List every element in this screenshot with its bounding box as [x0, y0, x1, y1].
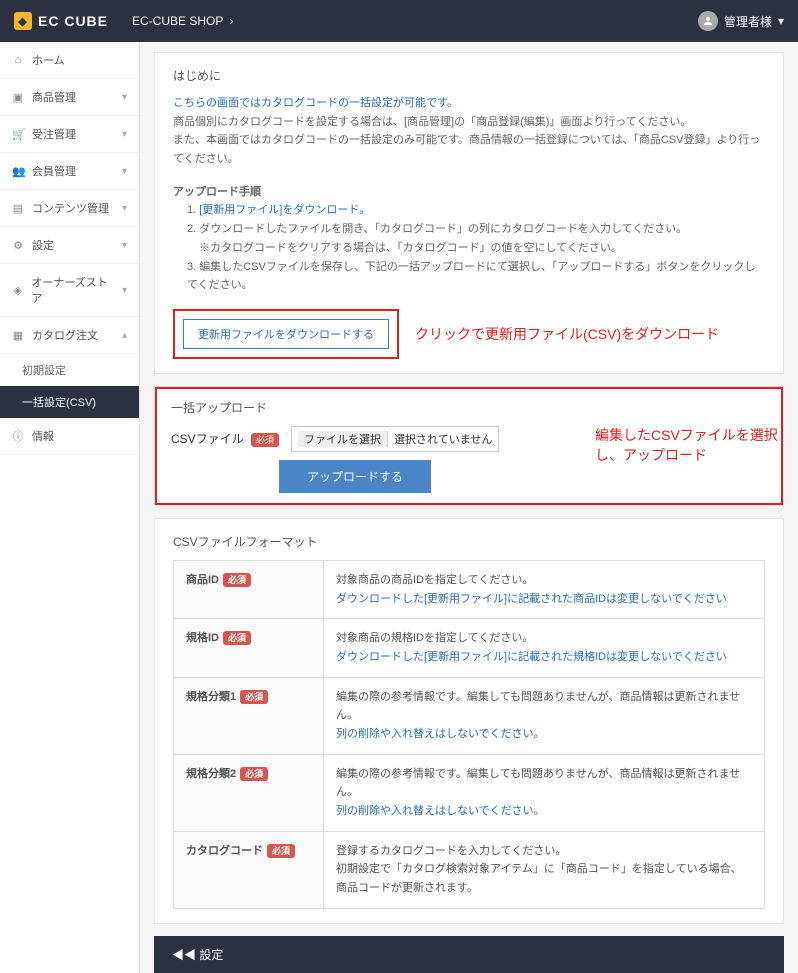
step2: 2. ダウンロードしたファイルを開き、「カタログコード」の列にカタログコードを入…	[187, 223, 687, 235]
sidebar-item-label: 会員管理	[32, 163, 76, 179]
csv-field-label: CSVファイル 必須	[171, 430, 279, 447]
sidebar-item-member[interactable]: 👥 会員管理 ▾	[0, 153, 139, 190]
store-icon: ◈	[12, 284, 23, 297]
intro-line3: また、本画面ではカタログコードの一括設定のみ可能です。商品情報の一括登録について…	[173, 134, 760, 165]
tag-icon: ▣	[12, 91, 24, 104]
format-link[interactable]: 列の削除や入れ替えはしないでください。	[336, 728, 545, 740]
format-link[interactable]: ダウンロードした[更新用ファイル]に記載された商品IDは変更しないでください	[336, 593, 727, 605]
sidebar: ⌂ ホーム ▣ 商品管理 ▾ 🛒 受注管理 ▾ 👥 会員管理 ▾ ▤ コンテンツ…	[0, 42, 140, 973]
format-link[interactable]: ダウンロードした[更新用ファイル]に記載された規格IDは変更しないでください	[336, 651, 727, 663]
sidebar-item-label: ホーム	[32, 52, 65, 68]
home-icon: ⌂	[12, 54, 24, 66]
user-name-label: 管理者様	[724, 13, 772, 30]
user-menu[interactable]: 管理者様 ▾	[698, 11, 784, 31]
sidebar-item-label: コンテンツ管理	[32, 200, 109, 216]
logo: ◆ EC CUBE	[14, 12, 108, 30]
step1-link[interactable]: [更新用ファイル]をダウンロード。	[199, 204, 370, 216]
step1-prefix: 1.	[187, 204, 199, 216]
footer-setting-button[interactable]: ◀◀ 設定	[154, 936, 784, 973]
table-row: 規格分類2必須 編集の際の参考情報です。編集しても問題ありませんが、商品情報は更…	[174, 754, 765, 831]
sidebar-item-owner[interactable]: ◈ オーナーズストア ▾	[0, 264, 139, 317]
file-selected-label: 選択されていません	[394, 431, 492, 447]
download-annotation: クリックで更新用ファイル(CSV)をダウンロード	[415, 324, 719, 344]
main-content: はじめに こちらの画面ではカタログコードの一括設定が可能です。 商品個別にカタロ…	[140, 42, 798, 973]
cart-icon: 🛒	[12, 128, 24, 141]
sidebar-item-catalog[interactable]: ▦ カタログ注文 ▴	[0, 317, 139, 354]
table-row: カタログコード必須 登録するカタログコードを入力してください。初期設定で「カタロ…	[174, 831, 765, 908]
step3: 3. 編集したCSVファイルを保存し、下記の一括アップロードにて選択し、「アップ…	[187, 261, 755, 292]
logo-icon: ◆	[14, 12, 32, 30]
book-icon: ▦	[12, 329, 24, 342]
format-cell-name: 規格ID必須	[174, 619, 324, 677]
intro-panel: はじめに こちらの画面ではカタログコードの一括設定が可能です。 商品個別にカタロ…	[154, 52, 784, 374]
chevron-down-icon: ▾	[122, 92, 127, 103]
file-icon: ▤	[12, 202, 24, 215]
sidebar-item-label: 受注管理	[32, 126, 76, 142]
sidebar-item-label: カタログ注文	[32, 327, 98, 343]
required-badge: 必須	[240, 690, 268, 704]
sidebar-item-content[interactable]: ▤ コンテンツ管理 ▾	[0, 190, 139, 227]
intro-line2: 商品個別にカタログコードを設定する場合は、[商品管理]の「商品登録(編集)」画面…	[173, 116, 691, 128]
chevron-up-icon: ▴	[122, 330, 127, 341]
sidebar-item-label: 設定	[32, 237, 54, 253]
logo-text: EC CUBE	[38, 13, 108, 29]
table-row: 規格ID必須 対象商品の規格IDを指定してください。ダウンロードした[更新用ファ…	[174, 619, 765, 677]
intro-link[interactable]: こちらの画面ではカタログコードの一括設定が可能です。	[173, 97, 458, 109]
upload-annotation: 編集したCSVファイルを選択し、アップロード	[595, 425, 783, 465]
sidebar-sub-label: 一括設定(CSV)	[22, 397, 96, 409]
download-button[interactable]: 更新用ファイルをダウンロードする	[183, 319, 389, 349]
sidebar-sub-csv[interactable]: 一括設定(CSV)	[0, 386, 139, 418]
chevron-down-icon: ▾	[122, 203, 127, 214]
sidebar-item-info[interactable]: ⓘ 情報	[0, 418, 139, 455]
top-bar: ◆ EC CUBE EC-CUBE SHOP › 管理者様 ▾	[0, 0, 798, 42]
sidebar-item-label: 情報	[32, 428, 54, 444]
format-cell-name: 規格分類2必須	[174, 754, 324, 831]
step2-note: ※カタログコードをクリアする場合は、「カタログコード」の値を空にしてください。	[187, 242, 622, 254]
format-cell-name: 規格分類1必須	[174, 677, 324, 754]
upload-button[interactable]: アップロードする	[279, 460, 431, 493]
format-title: CSVファイルフォーマット	[173, 533, 765, 550]
table-row: 商品ID必須 対象商品の商品IDを指定してください。ダウンロードした[更新用ファ…	[174, 560, 765, 618]
upload-title: 一括アップロード	[171, 399, 767, 416]
avatar-icon	[698, 11, 718, 31]
required-badge: 必須	[251, 433, 279, 447]
format-link[interactable]: 列の削除や入れ替えはしないでください。	[336, 805, 545, 817]
format-cell-name: カタログコード必須	[174, 831, 324, 908]
table-row: 規格分類1必須 編集の際の参考情報です。編集しても問題ありませんが、商品情報は更…	[174, 677, 765, 754]
file-select-button: ファイルを選択	[298, 431, 388, 447]
chevron-down-icon: ▾	[122, 285, 127, 296]
chevron-down-icon: ▾	[122, 129, 127, 140]
chevron-down-icon: ▾	[122, 240, 127, 251]
gear-icon: ⚙	[12, 239, 24, 252]
format-cell-name: 商品ID必須	[174, 560, 324, 618]
sidebar-item-label: 商品管理	[32, 89, 76, 105]
sidebar-item-label: オーナーズストア	[31, 274, 114, 306]
shop-name-link[interactable]: EC-CUBE SHOP ›	[132, 14, 233, 28]
sidebar-sub-initial[interactable]: 初期設定	[0, 354, 139, 386]
format-panel: CSVファイルフォーマット 商品ID必須 対象商品の商品IDを指定してください。…	[154, 518, 784, 924]
sidebar-sub-label: 初期設定	[22, 365, 66, 377]
sidebar-item-home[interactable]: ⌂ ホーム	[0, 42, 139, 79]
required-badge: 必須	[240, 767, 268, 781]
upload-steps-title: アップロード手順	[173, 186, 261, 198]
chevron-down-icon: ▾	[122, 166, 127, 177]
rewind-icon: ◀◀	[172, 948, 196, 962]
chevron-right-icon: ›	[229, 14, 233, 28]
file-input[interactable]: ファイルを選択 選択されていません	[291, 426, 499, 452]
sidebar-item-product[interactable]: ▣ 商品管理 ▾	[0, 79, 139, 116]
required-badge: 必須	[223, 573, 251, 587]
chevron-down-icon: ▾	[778, 14, 784, 28]
footer-label: 設定	[199, 948, 223, 962]
required-badge: 必須	[223, 631, 251, 645]
format-table: 商品ID必須 対象商品の商品IDを指定してください。ダウンロードした[更新用ファ…	[173, 560, 765, 909]
intro-title: はじめに	[173, 67, 765, 84]
sidebar-item-order[interactable]: 🛒 受注管理 ▾	[0, 116, 139, 153]
required-badge: 必須	[267, 844, 295, 858]
sidebar-item-setting[interactable]: ⚙ 設定 ▾	[0, 227, 139, 264]
info-icon: ⓘ	[12, 428, 24, 444]
shop-name-label: EC-CUBE SHOP	[132, 14, 223, 28]
download-callout: 更新用ファイルをダウンロードする	[173, 309, 399, 359]
upload-panel: 一括アップロード CSVファイル 必須 ファイルを選択 選択されていません アッ…	[154, 386, 784, 506]
users-icon: 👥	[12, 165, 24, 178]
